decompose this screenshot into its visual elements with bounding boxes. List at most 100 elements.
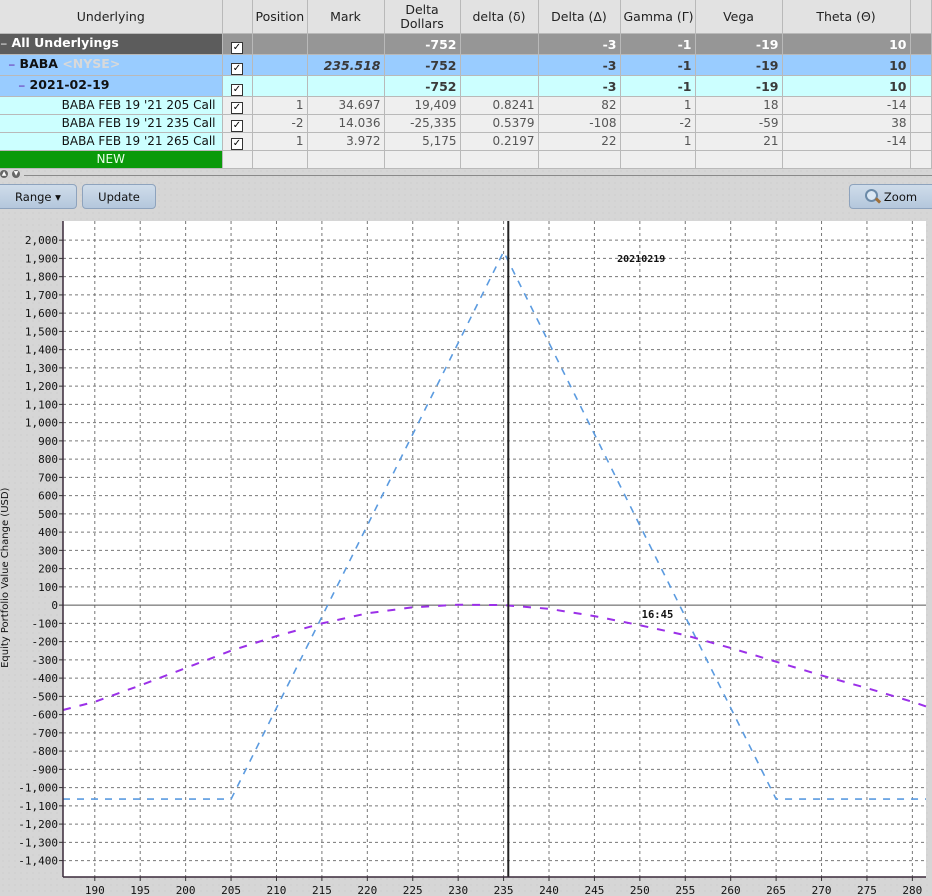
cell-delta-dollars: -752 <box>384 33 461 55</box>
cell-delta-uppercase: -108 <box>538 114 621 133</box>
cell-mark: 34.697 <box>307 96 385 115</box>
x-tick-label: 215 <box>312 884 332 896</box>
header-check[interactable] <box>222 0 253 34</box>
x-tick-label: 275 <box>857 884 877 896</box>
y-tick-label: 700 <box>38 471 58 484</box>
cell-position[interactable]: 1 <box>252 132 308 151</box>
cell-filler <box>910 132 932 151</box>
header-underlying[interactable]: Underlying <box>0 0 223 34</box>
x-tick-label: 250 <box>630 884 650 896</box>
x-tick-label: 190 <box>85 884 105 896</box>
y-tick-label: -1,400 <box>18 855 58 868</box>
plot-area[interactable] <box>63 221 926 877</box>
y-tick-label: 400 <box>38 526 58 539</box>
y-tick-label: 1,200 <box>25 380 58 393</box>
cell-delta-dollars: 19,409 <box>384 96 461 115</box>
cell-delta-lowercase: 0.8241 <box>460 96 539 115</box>
splitter-line[interactable] <box>24 175 932 176</box>
header-vega[interactable]: Vega <box>695 0 783 34</box>
portfolio-table: Underlying Position Mark Delta Dollars d… <box>0 0 932 169</box>
cell-mark: 3.972 <box>307 132 385 151</box>
table-row-option-leg[interactable]: BABA FEB 19 '21 235 Call ✓ -2 14.036 -25… <box>0 114 932 133</box>
range-dropdown-button[interactable]: Range ▾ <box>0 184 77 209</box>
header-delta-lowercase[interactable]: delta (δ) <box>460 0 539 34</box>
table-row-all-underlyings[interactable]: − All Underlyings ✓ -752 -3 -1 -19 10 <box>0 33 932 55</box>
row-name-cell[interactable]: −2021-02-19 <box>0 75 223 97</box>
y-tick-label: 1,100 <box>25 398 58 411</box>
header-delta-dollars[interactable]: Delta Dollars <box>384 0 461 34</box>
collapse-icon[interactable]: − <box>8 61 16 71</box>
checkbox-checked[interactable]: ✓ <box>231 83 243 96</box>
x-tick-label: 265 <box>766 884 786 896</box>
cell-vega: -19 <box>695 33 783 55</box>
cell-mark: 235.518 <box>307 54 385 76</box>
header-delta-uppercase[interactable]: Delta (Δ) <box>538 0 621 34</box>
row-checkbox-cell[interactable]: ✓ <box>222 54 253 76</box>
cell-position[interactable]: -2 <box>252 114 308 133</box>
header-theta[interactable]: Theta (Θ) <box>782 0 911 34</box>
y-tick-label: 600 <box>38 490 58 503</box>
cell-delta-dollars: 5,175 <box>384 132 461 151</box>
row-checkbox-cell[interactable]: ✓ <box>222 33 253 55</box>
y-tick-label: -500 <box>32 690 59 703</box>
y-tick-label: 1,500 <box>25 325 58 338</box>
row-name: BABA <box>19 56 58 71</box>
checkbox-checked[interactable]: ✓ <box>231 41 243 54</box>
splitter-down-icon[interactable]: ▼ <box>12 170 20 178</box>
header-position[interactable]: Position <box>252 0 308 34</box>
table-row-underlying[interactable]: − BABA <NYSE> ✓ 235.518 -752 -3 -1 -19 10 <box>0 54 932 76</box>
row-checkbox-cell[interactable]: ✓ <box>222 132 253 151</box>
table-row-expiry[interactable]: −2021-02-19 ✓ -752 -3 -1 -19 10 <box>0 75 932 97</box>
row-name[interactable]: BABA FEB 19 '21 235 Call <box>0 114 223 133</box>
header-mark[interactable]: Mark <box>307 0 385 34</box>
cell-vega: -59 <box>695 114 783 133</box>
cell-position[interactable]: 1 <box>252 96 308 115</box>
row-checkbox-cell[interactable]: ✓ <box>222 114 253 133</box>
table-row-option-leg[interactable]: BABA FEB 19 '21 205 Call ✓ 1 34.697 19,4… <box>0 96 932 115</box>
cell-delta-uppercase: -3 <box>538 75 621 97</box>
y-tick-label: 500 <box>38 508 58 521</box>
y-tick-label: 0 <box>51 599 58 612</box>
y-tick-label: -1,200 <box>18 818 58 831</box>
cell-vega: -19 <box>695 75 783 97</box>
y-tick-label: -100 <box>32 617 59 630</box>
checkbox-checked[interactable]: ✓ <box>231 138 243 150</box>
x-tick-label: 210 <box>267 884 287 896</box>
cell-gamma: -2 <box>620 114 696 133</box>
cell-delta-lowercase <box>460 54 539 76</box>
y-tick-label: 1,900 <box>25 252 58 265</box>
row-checkbox-cell[interactable]: ✓ <box>222 75 253 97</box>
collapse-icon[interactable]: − <box>0 40 8 50</box>
collapse-icon[interactable]: − <box>18 82 26 92</box>
checkbox-checked[interactable]: ✓ <box>231 62 243 75</box>
row-checkbox-cell[interactable]: ✓ <box>222 96 253 115</box>
row-name-cell[interactable]: − BABA <NYSE> <box>0 54 223 76</box>
table-header-row: Underlying Position Mark Delta Dollars d… <box>0 0 932 34</box>
cell-delta-lowercase <box>460 75 539 97</box>
table-row-new[interactable]: NEW <box>0 150 932 169</box>
row-name[interactable]: BABA FEB 19 '21 205 Call <box>0 96 223 115</box>
checkbox-checked[interactable]: ✓ <box>231 120 243 132</box>
x-tick-label: 235 <box>494 884 514 896</box>
update-button[interactable]: Update <box>82 184 156 209</box>
y-tick-label: -600 <box>32 709 59 722</box>
header-gamma[interactable]: Gamma (Γ) <box>620 0 696 34</box>
x-tick-label: 270 <box>812 884 832 896</box>
zoom-button[interactable]: Zoom <box>849 184 932 209</box>
cell-mark <box>307 33 385 55</box>
row-name-cell[interactable]: − All Underlyings <box>0 33 223 55</box>
cell-theta: 10 <box>782 75 911 97</box>
cell-delta-uppercase: -3 <box>538 33 621 55</box>
new-row-button[interactable]: NEW <box>0 150 223 169</box>
risk-navigator-chart[interactable]: 190 195 200 205 210 215 220 225 230 235 240 245 250 2… <box>0 218 932 896</box>
cell-delta-dollars: -752 <box>384 54 461 76</box>
splitter-up-icon[interactable]: ▲ <box>0 170 8 178</box>
cell-filler <box>910 33 932 55</box>
y-tick-label: 200 <box>38 563 58 576</box>
cell-theta: -14 <box>782 96 911 115</box>
table-row-option-leg[interactable]: BABA FEB 19 '21 265 Call ✓ 1 3.972 5,175… <box>0 132 932 151</box>
checkbox-checked[interactable]: ✓ <box>231 102 243 114</box>
row-name[interactable]: BABA FEB 19 '21 265 Call <box>0 132 223 151</box>
cell-gamma: -1 <box>620 75 696 97</box>
panel-splitter[interactable]: ▲ ▼ <box>0 168 932 180</box>
